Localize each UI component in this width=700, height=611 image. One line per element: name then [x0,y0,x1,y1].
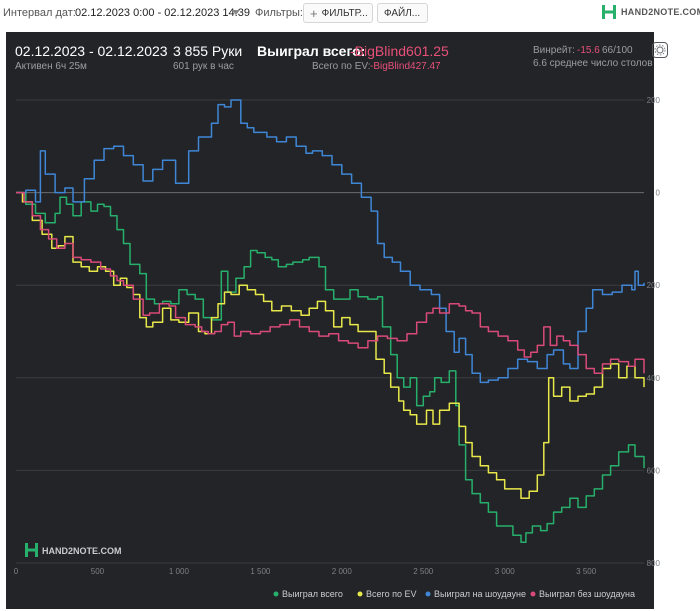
legend-label-ev[interactable]: Всего по EV [366,589,416,599]
x-tick-label: 0 [14,567,19,576]
x-tick-label: 1 500 [250,567,271,576]
y-tick-label: 400 [647,374,661,383]
legend-marker-won [273,591,279,597]
y-tick-label: 200 [647,96,661,105]
legend-label-showdown[interactable]: Выиграл на шоудауне [434,589,526,599]
y-tick-label: 200 [647,281,661,290]
profit-chart: 0 500 1 000 1 500 2 000 2 500 3 000 3 500 200 0 2… [14,96,661,599]
x-tick-label: 2 500 [413,567,434,576]
watermark-logo-icon [25,543,38,557]
legend-marker-showdown [425,591,431,597]
watermark: HAND2NOTE.COM [25,543,122,557]
series-line-non_showdown [16,191,645,374]
y-tick-label: 0 [656,189,661,198]
legend-marker-non_showdown [530,591,536,597]
legend-marker-ev [357,591,363,597]
x-tick-label: 3 500 [576,567,597,576]
x-tick-label: 500 [91,567,105,576]
legend: Выиграл всего Всего по EV Выиграл на шоуда… [273,589,635,599]
watermark-text: HAND2NOTE.COM [42,546,122,556]
series-line-won [16,191,645,543]
x-tick-label: 3 000 [495,567,516,576]
legend-label-non_showdown[interactable]: Выиграл без шоудауна [539,589,635,599]
x-tick-label: 2 000 [332,567,353,576]
x-tick-label: 1 000 [169,567,190,576]
y-tick-label: 800 [647,559,661,568]
legend-label-won[interactable]: Выиграл всего [282,589,343,599]
y-tick-label: 600 [647,466,661,475]
